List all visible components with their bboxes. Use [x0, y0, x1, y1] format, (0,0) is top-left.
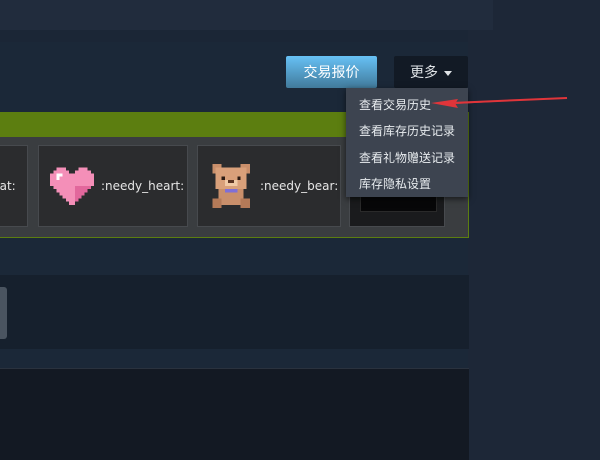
trade-offer-button[interactable]: 交易报价 [286, 56, 377, 88]
menu-item-label: 查看库存历史记录 [359, 124, 456, 139]
emoticon-item-heart[interactable]: :needy_heart: [38, 145, 188, 227]
heart-icon [50, 167, 94, 205]
menu-item-gift-history[interactable]: 查看礼物赠送记录 [346, 144, 468, 171]
more-label: 更多 [410, 65, 438, 81]
bear-icon [212, 164, 250, 208]
top-strip [0, 0, 493, 30]
menu-item-label: 查看交易历史 [359, 97, 432, 112]
caret-down-icon [444, 70, 452, 76]
trade-offer-label: 交易报价 [303, 65, 360, 81]
more-button[interactable]: 更多 [394, 56, 468, 88]
emoticon-item-bear[interactable]: :needy_bear: [197, 145, 341, 227]
emoticon-item-cat[interactable]: cat: [0, 145, 28, 227]
menu-item-inventory-history[interactable]: 查看库存历史记录 [346, 118, 468, 145]
right-gutter [468, 0, 600, 460]
more-dropdown-menu: 查看交易历史 查看库存历史记录 查看礼物赠送记录 库存隐私设置 [346, 88, 468, 197]
content-area [0, 368, 469, 460]
emoticon-label: :needy_heart: [101, 179, 185, 193]
top-strip-shadow [0, 30, 468, 42]
emoticon-label: :needy_bear: [260, 179, 339, 193]
content-section [0, 275, 469, 349]
menu-item-label: 库存隐私设置 [359, 177, 432, 192]
scroll-handle[interactable] [0, 287, 7, 339]
menu-item-inventory-privacy[interactable]: 库存隐私设置 [346, 171, 468, 198]
menu-item-trade-history[interactable]: 查看交易历史 [346, 91, 468, 118]
emoticon-label: cat: [0, 179, 16, 193]
menu-item-label: 查看礼物赠送记录 [359, 150, 456, 165]
